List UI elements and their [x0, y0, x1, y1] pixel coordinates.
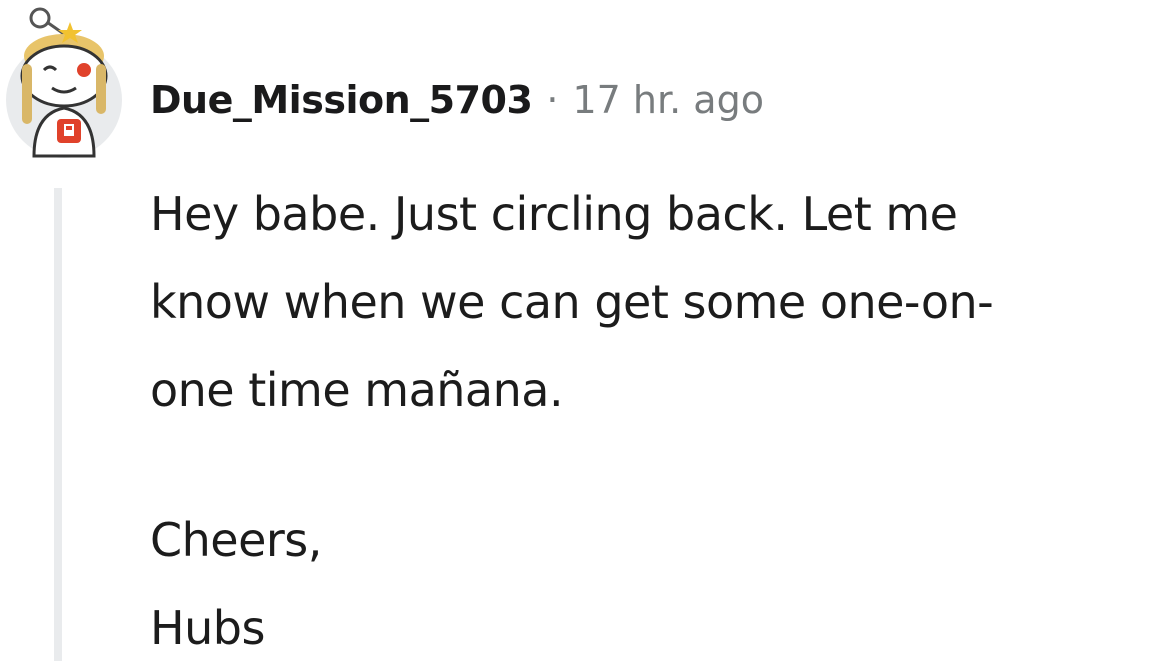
comment-paragraph: Hey babe. Just circling back. Let me kno…	[150, 170, 1160, 434]
comment-header: Due_Mission_5703 · 17 hr. ago	[150, 72, 764, 128]
user-avatar[interactable]	[4, 4, 124, 160]
comment-line: one time mañana.	[150, 363, 564, 417]
meta-separator: ·	[546, 78, 559, 122]
comment-timestamp[interactable]: 17 hr. ago	[572, 78, 763, 122]
comment-line: Hey babe. Just circling back. Let me	[150, 187, 958, 241]
comment: Due_Mission_5703 · 17 hr. ago Hey babe. …	[0, 0, 1176, 661]
signoff-line: Cheers,	[150, 513, 322, 567]
comment-signoff: Cheers, Hubs	[150, 496, 1160, 672]
signoff-line: Hubs	[150, 601, 265, 655]
thread-collapse-line[interactable]	[54, 188, 62, 661]
username-link[interactable]: Due_Mission_5703	[150, 78, 533, 122]
comment-body: Hey babe. Just circling back. Let me kno…	[150, 170, 1160, 672]
flag-badge-icon	[57, 119, 81, 143]
comment-line: know when we can get some one-on-	[150, 275, 994, 329]
